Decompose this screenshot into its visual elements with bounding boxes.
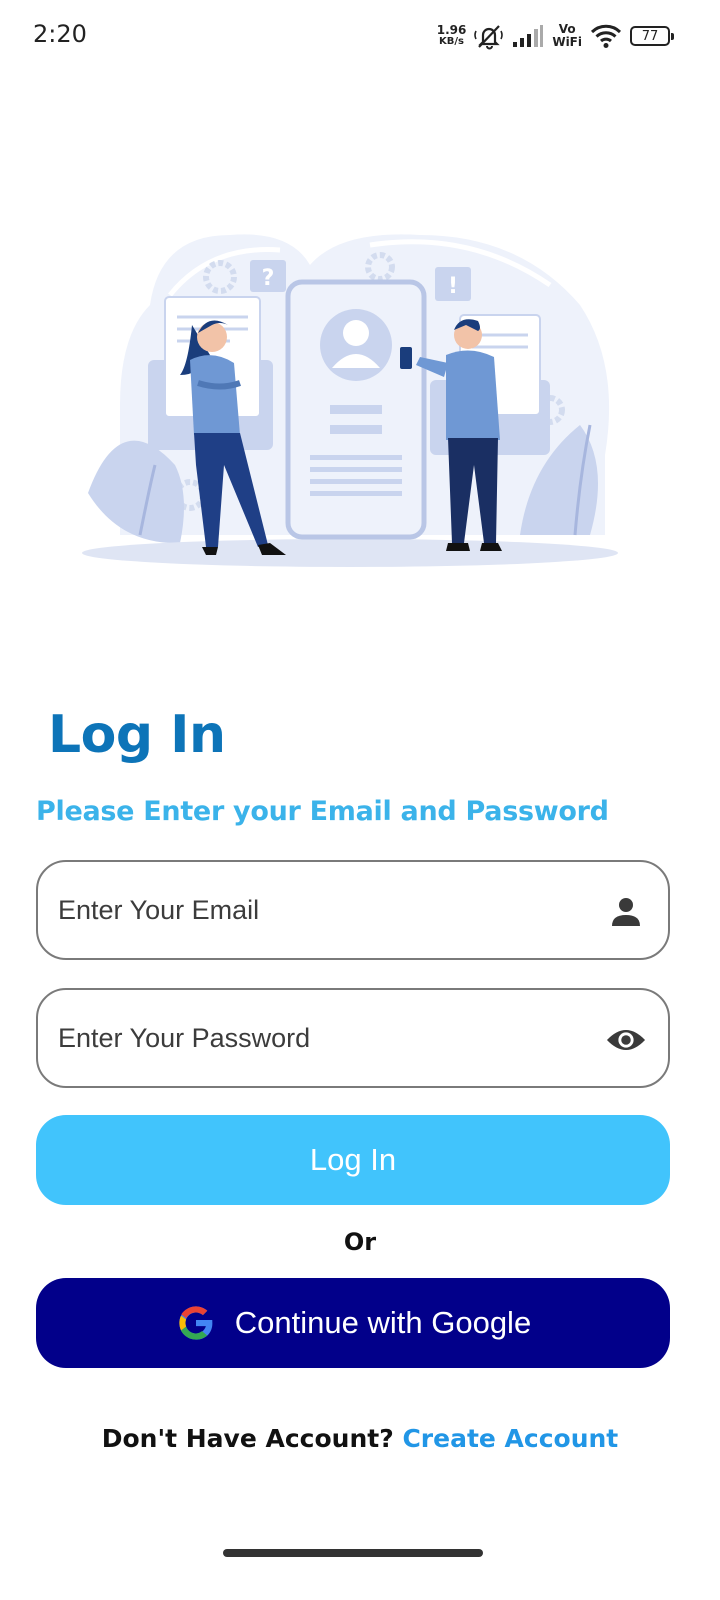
password-input[interactable] — [58, 990, 598, 1086]
network-speed-value: 1.96 — [436, 23, 467, 37]
google-icon — [175, 1302, 217, 1344]
status-bar: 2:20 1.96 KB/s Vo WiFi 77 — [0, 0, 720, 72]
create-account-row: Don't Have Account? Create Account — [0, 1424, 720, 1453]
login-button[interactable]: Log In — [36, 1115, 670, 1205]
email-input[interactable] — [58, 862, 598, 958]
login-people-illustration: ? ! — [82, 234, 618, 567]
wifi-icon — [590, 24, 622, 48]
question-mark: ? — [262, 266, 275, 291]
status-icons: 1.96 KB/s Vo WiFi 77 — [437, 18, 674, 54]
vowifi-indicator: Vo WiFi — [552, 23, 582, 49]
google-button-label: Continue with Google — [234, 1305, 532, 1340]
signal-icon — [513, 25, 544, 47]
email-field[interactable] — [36, 860, 670, 960]
eye-icon[interactable] — [606, 1020, 646, 1060]
password-field[interactable] — [36, 988, 670, 1088]
network-speed: 1.96 KB/s — [437, 24, 467, 48]
page-subtitle: Please Enter your Email and Password — [36, 796, 609, 827]
vowifi-bottom: WiFi — [552, 35, 582, 49]
status-time: 2:20 — [33, 20, 87, 48]
exclamation-mark: ! — [448, 274, 458, 299]
battery-icon: 77 — [630, 26, 674, 46]
mute-icon — [474, 25, 504, 50]
google-signin-button[interactable]: Continue with Google — [36, 1278, 670, 1368]
battery-level: 77 — [641, 28, 659, 44]
no-account-text: Don't Have Account? — [101, 1424, 394, 1453]
person-icon — [606, 892, 646, 932]
network-speed-unit: KB/s — [439, 36, 465, 47]
home-indicator[interactable] — [223, 1549, 483, 1557]
page-title: Log In — [48, 705, 226, 765]
create-account-link[interactable]: Create Account — [402, 1424, 618, 1453]
or-divider-label: Or — [343, 1228, 377, 1256]
